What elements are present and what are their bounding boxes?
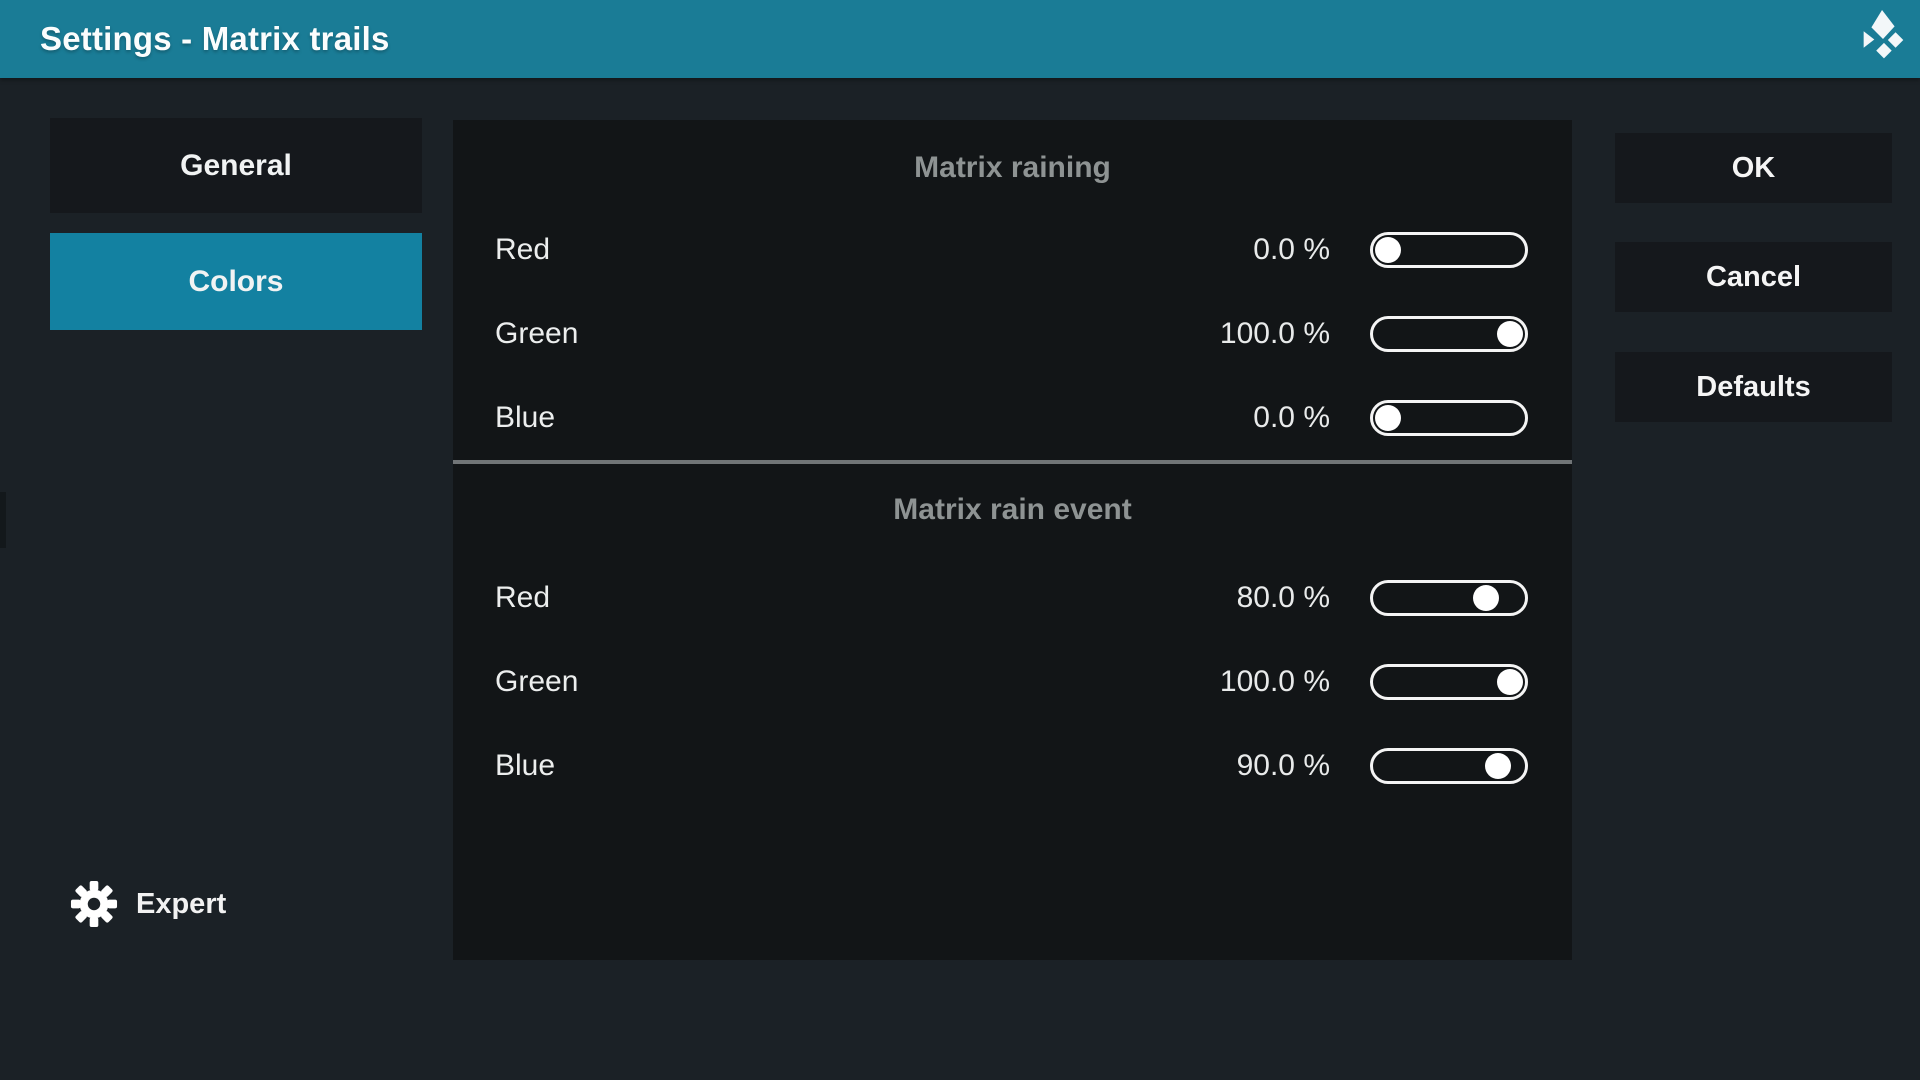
- gear-icon: [70, 880, 118, 928]
- category-general-label: General: [180, 149, 292, 183]
- raining-green-slider[interactable]: [1370, 316, 1528, 352]
- event-red-slider[interactable]: [1370, 580, 1528, 616]
- setting-value: 0.0 %: [1253, 233, 1330, 267]
- settings-level-button[interactable]: Expert: [70, 876, 226, 932]
- dialog-title: Settings - Matrix trails: [40, 20, 390, 58]
- slider-knob[interactable]: [1485, 753, 1511, 779]
- group-title-matrix-raining: Matrix raining: [453, 146, 1572, 190]
- kodi-logo-icon: [1854, 10, 1912, 68]
- category-colors-selected[interactable]: Colors: [50, 233, 422, 330]
- ok-button[interactable]: OK: [1615, 133, 1892, 203]
- setting-value: 0.0 %: [1253, 401, 1330, 435]
- setting-value: 100.0 %: [1220, 317, 1330, 351]
- settings-level-label: Expert: [136, 888, 226, 921]
- group-divider: [453, 460, 1572, 464]
- raining-blue-slider[interactable]: [1370, 400, 1528, 436]
- setting-row-raining-blue[interactable]: Blue 0.0 %: [453, 376, 1572, 460]
- raining-red-slider[interactable]: [1370, 232, 1528, 268]
- settings-panel: Matrix raining Red 0.0 % Green 100.0 % B…: [453, 120, 1572, 960]
- setting-row-event-blue[interactable]: Blue 90.0 %: [453, 724, 1572, 808]
- cancel-button[interactable]: Cancel: [1615, 242, 1892, 312]
- event-green-slider[interactable]: [1370, 664, 1528, 700]
- setting-label: Green: [495, 665, 578, 699]
- slider-knob[interactable]: [1497, 669, 1523, 695]
- dialog-header: Settings - Matrix trails: [0, 0, 1920, 78]
- setting-row-event-green[interactable]: Green 100.0 %: [453, 640, 1572, 724]
- setting-label: Green: [495, 317, 578, 351]
- group-title-matrix-rain-event: Matrix rain event: [453, 488, 1572, 532]
- event-blue-slider[interactable]: [1370, 748, 1528, 784]
- setting-label: Red: [495, 233, 550, 267]
- setting-row-raining-red[interactable]: Red 0.0 %: [453, 208, 1572, 292]
- setting-label: Blue: [495, 401, 555, 435]
- category-colors-label: Colors: [188, 265, 283, 299]
- cancel-button-label: Cancel: [1706, 261, 1801, 294]
- slider-knob[interactable]: [1497, 321, 1523, 347]
- edge-notch: [0, 492, 6, 548]
- slider-knob[interactable]: [1375, 405, 1401, 431]
- setting-value: 90.0 %: [1237, 749, 1330, 783]
- setting-value: 80.0 %: [1237, 581, 1330, 615]
- defaults-button-label: Defaults: [1696, 371, 1810, 404]
- slider-knob[interactable]: [1473, 585, 1499, 611]
- defaults-button[interactable]: Defaults: [1615, 352, 1892, 422]
- category-general[interactable]: General: [50, 118, 422, 213]
- setting-label: Red: [495, 581, 550, 615]
- setting-value: 100.0 %: [1220, 665, 1330, 699]
- setting-row-event-red[interactable]: Red 80.0 %: [453, 556, 1572, 640]
- setting-row-raining-green[interactable]: Green 100.0 %: [453, 292, 1572, 376]
- ok-button-label: OK: [1732, 152, 1776, 185]
- setting-label: Blue: [495, 749, 555, 783]
- slider-knob[interactable]: [1375, 237, 1401, 263]
